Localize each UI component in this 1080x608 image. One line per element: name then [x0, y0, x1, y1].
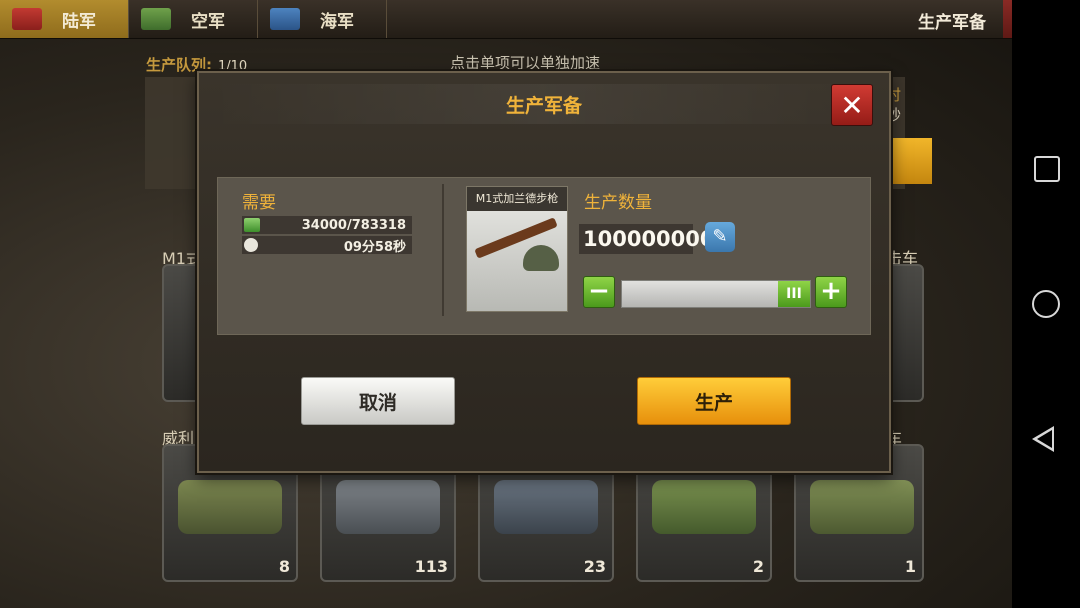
- decrease-quantity-button[interactable]: −: [583, 276, 615, 308]
- resource-row-money: 34000/783318: [242, 216, 412, 234]
- edit-quantity-button[interactable]: ✎: [705, 222, 735, 252]
- production-dialog: 生产军备 ✕ 需要 34000/783318 09分58秒 M1式加兰德步枪 生…: [197, 71, 891, 473]
- minus-icon: −: [588, 276, 610, 306]
- quantity-value: 100000000: [579, 224, 715, 254]
- plus-icon: +: [820, 276, 842, 306]
- dialog-title: 生产军备: [505, 95, 582, 117]
- armored-car-icon: [810, 480, 914, 534]
- speedup-hint: 点击单项可以单独加速: [450, 54, 601, 72]
- tab-navy-label: 海军: [320, 11, 354, 32]
- money-icon: [244, 218, 260, 232]
- money-cost-value: 34000/783318: [301, 217, 406, 233]
- recent-apps-icon[interactable]: [1034, 156, 1060, 182]
- close-icon: ✕: [840, 88, 864, 122]
- light-tank-icon: [336, 480, 440, 534]
- unit-card-rifle[interactable]: [162, 264, 202, 402]
- jeep-icon: [178, 480, 282, 534]
- unit-count: 1: [904, 557, 916, 576]
- cancel-button-label: 取消: [358, 391, 397, 414]
- produce-button[interactable]: 生产: [637, 377, 791, 425]
- tab-air-force[interactable]: 空军: [129, 0, 258, 38]
- unit-count: 113: [414, 557, 448, 576]
- medium-tank-icon: [652, 480, 756, 534]
- unit-count: 8: [278, 557, 290, 576]
- clock-icon: [244, 238, 258, 252]
- back-icon[interactable]: [1032, 426, 1054, 452]
- game-screen: 陆军 空军 海军 生产军备 生产队列: 1/10 点击单项可以单独加速 时 秒 M…: [0, 0, 1012, 608]
- production-details-panel: 需要 34000/783318 09分58秒 M1式加兰德步枪 生产数量 100…: [217, 177, 871, 335]
- army-badge-icon: [12, 8, 42, 30]
- panel-divider: [442, 184, 444, 316]
- unit-count: 23: [583, 557, 606, 576]
- time-cost-value: 09分58秒: [343, 239, 406, 255]
- edit-icon: ✎: [712, 226, 728, 247]
- item-name: M1式加兰德步枪: [467, 187, 567, 211]
- dialog-close-button[interactable]: ✕: [831, 84, 873, 126]
- item-preview: M1式加兰德步枪: [466, 186, 568, 312]
- quantity-slider[interactable]: III: [621, 280, 811, 308]
- slider-fill: [622, 281, 794, 307]
- tab-army[interactable]: 陆军: [0, 0, 129, 38]
- navy-badge-icon: [270, 8, 300, 30]
- requirements-title: 需要: [242, 193, 276, 213]
- tab-army-label: 陆军: [62, 11, 96, 32]
- slider-thumb[interactable]: III: [778, 281, 810, 307]
- quantity-title: 生产数量: [584, 193, 652, 213]
- unit-count: 2: [752, 557, 764, 576]
- increase-quantity-button[interactable]: +: [815, 276, 847, 308]
- resource-row-time: 09分58秒: [242, 236, 412, 255]
- android-navigation-bar: [1012, 0, 1080, 608]
- motorcycle-sidecar-icon: [494, 480, 598, 534]
- cancel-button[interactable]: 取消: [301, 377, 455, 425]
- produce-button-label: 生产: [694, 391, 733, 414]
- page-title: 生产军备: [918, 13, 986, 33]
- air-force-badge-icon: [141, 8, 171, 30]
- top-tab-bar: 陆军 空军 海军 生产军备: [0, 0, 1012, 39]
- tab-navy[interactable]: 海军: [258, 0, 387, 38]
- home-icon[interactable]: [1032, 290, 1060, 318]
- tab-air-force-label: 空军: [191, 11, 225, 32]
